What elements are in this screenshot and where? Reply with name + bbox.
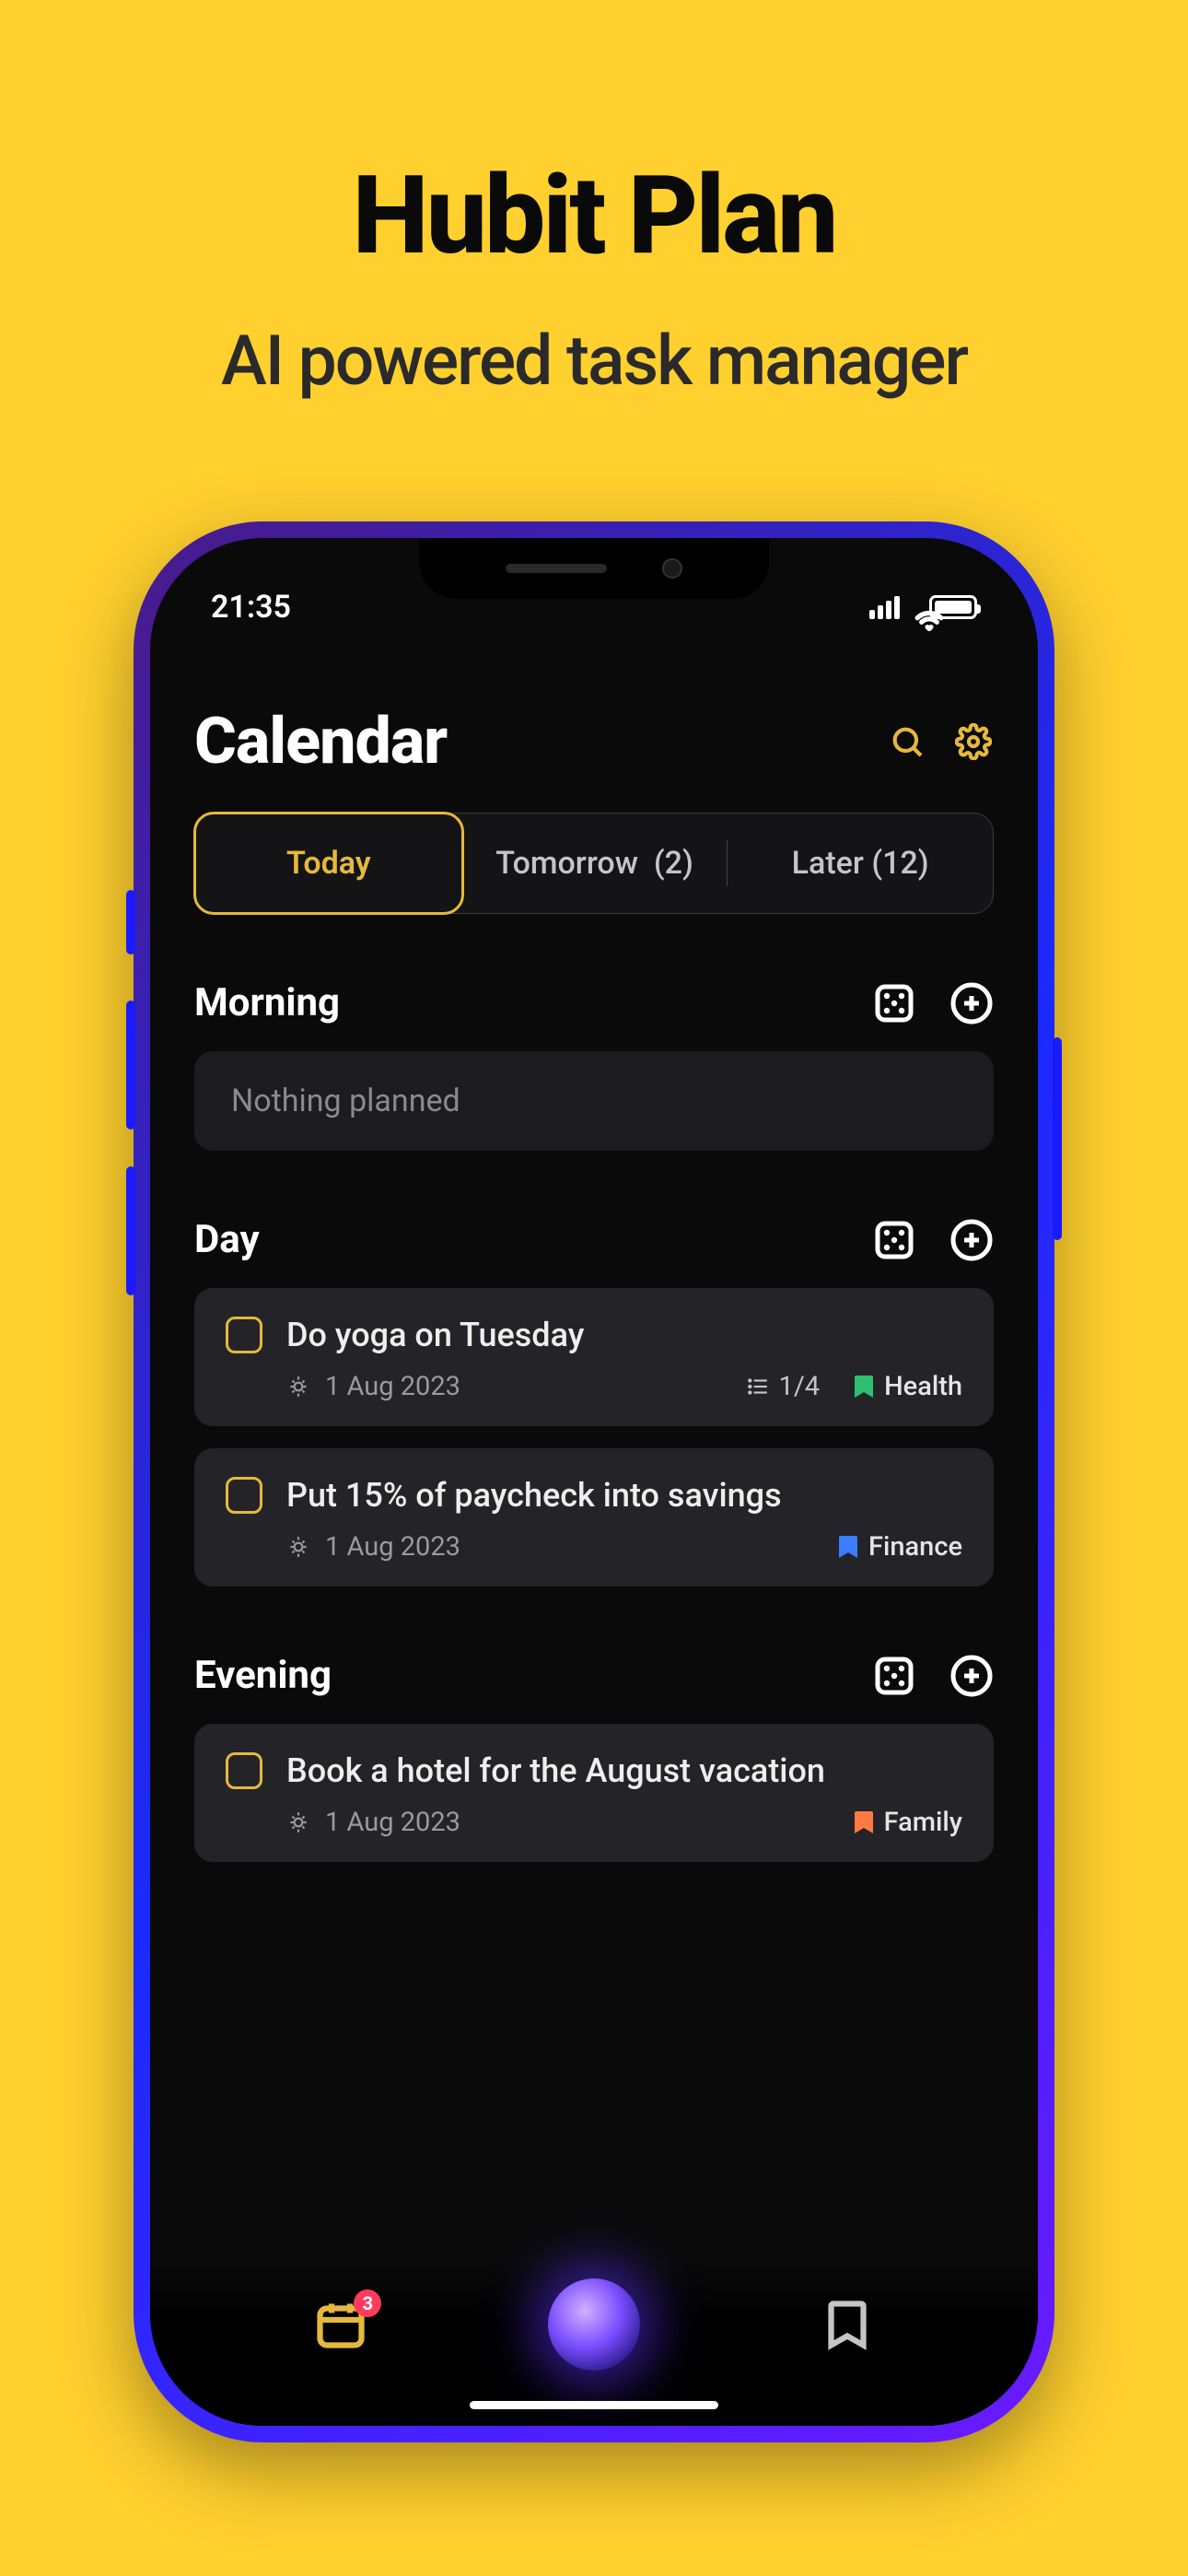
task-title: Book a hotel for the August vacation — [286, 1751, 825, 1790]
tag-label: Family — [884, 1807, 962, 1838]
section-title-morning: Morning — [194, 980, 340, 1025]
section-evening: Evening Book a hotel for the August vaca… — [194, 1653, 994, 1862]
page-header: Calendar — [194, 704, 994, 779]
task-date: 1 Aug 2023 — [325, 1807, 460, 1838]
shuffle-button[interactable] — [872, 1654, 916, 1698]
tag-label: Health — [884, 1371, 962, 1402]
section-title-evening: Evening — [194, 1653, 332, 1698]
tab-tomorrow-label: Tomorrow — [495, 845, 638, 882]
tab-later-count: (12) — [871, 845, 928, 882]
day-tabs: Today Tomorrow (2) Later (12) — [194, 813, 994, 914]
task-date: 1 Aug 2023 — [325, 1531, 460, 1563]
sun-icon — [286, 1375, 310, 1399]
search-icon — [889, 723, 926, 760]
task-tag: Finance — [837, 1531, 962, 1563]
battery-icon — [929, 595, 977, 619]
plus-circle-icon — [949, 1218, 994, 1262]
add-task-button[interactable] — [949, 1218, 994, 1262]
settings-button[interactable] — [953, 721, 994, 762]
promo-subtitle: AI powered task manager — [221, 321, 967, 402]
task-card[interactable]: Do yoga on Tuesday 1 Aug 2023 1/4 Health — [194, 1288, 994, 1426]
ai-assistant-button[interactable] — [548, 2278, 640, 2371]
bookmark-icon — [853, 1809, 875, 1836]
empty-state: Nothing planned — [194, 1051, 994, 1151]
task-tag: Family — [853, 1807, 962, 1838]
plus-circle-icon — [949, 981, 994, 1025]
task-card[interactable]: Book a hotel for the August vacation 1 A… — [194, 1724, 994, 1862]
tab-tomorrow-count: (2) — [654, 845, 693, 882]
task-date: 1 Aug 2023 — [325, 1371, 460, 1402]
nav-calendar-button[interactable]: 3 — [313, 2297, 368, 2352]
status-icons — [869, 595, 977, 619]
phone-power-button — [1053, 1037, 1062, 1240]
gear-icon — [955, 723, 992, 760]
cellular-signal-icon — [869, 596, 900, 619]
nav-saved-button[interactable] — [820, 2297, 875, 2352]
section-day: Day Do yoga on Tuesday — [194, 1217, 994, 1587]
status-time: 21:35 — [211, 589, 291, 626]
sun-icon — [286, 1535, 310, 1559]
plus-circle-icon — [949, 1654, 994, 1698]
task-checkbox[interactable] — [226, 1477, 262, 1514]
tag-label: Finance — [868, 1531, 962, 1563]
sun-icon — [286, 1810, 310, 1834]
section-morning: Morning Nothing planned — [194, 980, 994, 1151]
add-task-button[interactable] — [949, 1654, 994, 1698]
page-title: Calendar — [194, 704, 447, 779]
task-tag: Health — [853, 1371, 962, 1402]
task-card[interactable]: Put 15% of paycheck into savings 1 Aug 2… — [194, 1448, 994, 1587]
dice-icon — [872, 981, 916, 1025]
shuffle-button[interactable] — [872, 981, 916, 1025]
task-title: Do yoga on Tuesday — [286, 1316, 584, 1354]
phone-mute-switch — [126, 890, 135, 954]
phone-volume-down — [126, 1166, 135, 1295]
screen: 21:35 Calendar — [150, 538, 1038, 2426]
tab-later-label: Later — [792, 845, 864, 882]
shuffle-button[interactable] — [872, 1218, 916, 1262]
subtask-progress: 1/4 — [746, 1371, 821, 1402]
promo-title: Hubit Plan — [352, 152, 835, 279]
section-title-day: Day — [194, 1217, 260, 1262]
home-indicator[interactable] — [470, 2401, 718, 2409]
dice-icon — [872, 1218, 916, 1262]
speaker — [506, 564, 607, 573]
add-task-button[interactable] — [949, 981, 994, 1025]
bookmark-icon — [837, 1533, 859, 1561]
phone-frame: 21:35 Calendar — [134, 521, 1054, 2442]
phone-volume-up — [126, 1001, 135, 1130]
bookmark-icon — [853, 1373, 875, 1400]
bookmark-icon — [820, 2297, 875, 2352]
list-icon — [746, 1375, 770, 1399]
front-camera — [662, 558, 682, 579]
search-button[interactable] — [887, 721, 927, 762]
task-checkbox[interactable] — [226, 1752, 262, 1789]
tab-later[interactable]: Later (12) — [728, 814, 993, 913]
task-checkbox[interactable] — [226, 1317, 262, 1353]
nav-badge: 3 — [354, 2289, 381, 2317]
dice-icon — [872, 1654, 916, 1698]
task-title: Put 15% of paycheck into savings — [286, 1476, 782, 1515]
tab-today[interactable]: Today — [193, 812, 464, 915]
tab-tomorrow[interactable]: Tomorrow (2) — [462, 814, 728, 913]
subtask-count: 1/4 — [779, 1371, 821, 1402]
notch — [419, 538, 769, 599]
